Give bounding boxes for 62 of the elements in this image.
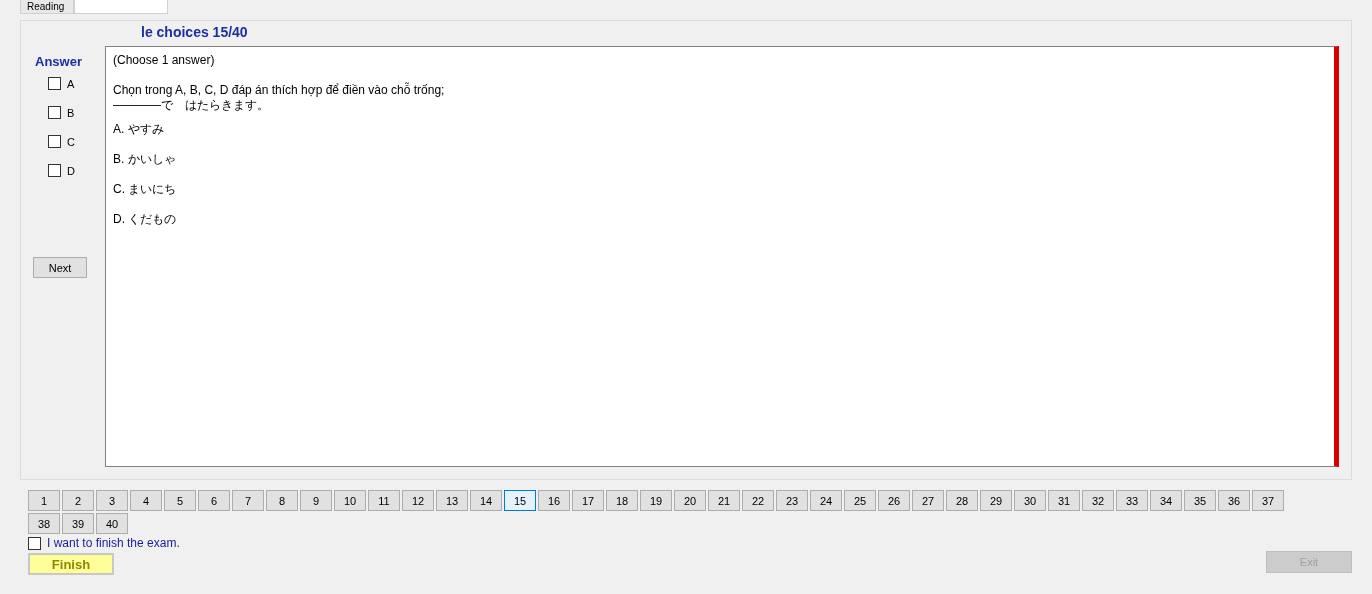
question-number-button[interactable]: 13 [436, 490, 468, 511]
question-number-button[interactable]: 22 [742, 490, 774, 511]
question-number-button[interactable]: 34 [1150, 490, 1182, 511]
question-number-button[interactable]: 19 [640, 490, 672, 511]
question-number-button[interactable]: 24 [810, 490, 842, 511]
next-button[interactable]: Next [33, 257, 87, 278]
option-label: D [67, 164, 75, 177]
choice-text: B. かいしゃ [113, 152, 177, 167]
prompt-text: Chọn trong A, B, C, D đáp án thích hợp để điền vào chỗ trống; [113, 83, 446, 98]
question-number-button[interactable]: 2 [62, 490, 94, 511]
question-number-button[interactable]: 1 [28, 490, 60, 511]
question-number-button[interactable]: 31 [1048, 490, 1080, 511]
question-number-button[interactable]: 30 [1014, 490, 1046, 511]
question-number-button[interactable]: 4 [130, 490, 162, 511]
answer-checkbox[interactable] [48, 106, 61, 119]
question-number-button[interactable]: 18 [606, 490, 638, 511]
question-number-button[interactable]: 17 [572, 490, 604, 511]
question-number-button[interactable]: 7 [232, 490, 264, 511]
option-label: B [67, 106, 75, 119]
question-sentence: ————で はたらきます。 [113, 98, 270, 113]
question-number-button[interactable]: 21 [708, 490, 740, 511]
question-number-button[interactable]: 6 [198, 490, 230, 511]
question-number-button[interactable]: 39 [62, 513, 94, 534]
finish-button[interactable]: Finish [28, 553, 114, 575]
question-number-button[interactable]: 36 [1218, 490, 1250, 511]
question-number-button[interactable]: 25 [844, 490, 876, 511]
question-number-button[interactable]: 27 [912, 490, 944, 511]
question-number-button[interactable]: 35 [1184, 490, 1216, 511]
question-number-button[interactable]: 9 [300, 490, 332, 511]
answer-heading: Answer [35, 54, 82, 69]
question-number-button[interactable]: 28 [946, 490, 978, 511]
question-number-button[interactable]: 20 [674, 490, 706, 511]
finish-confirm-label: I want to finish the exam. [47, 536, 180, 550]
question-number-button[interactable]: 29 [980, 490, 1012, 511]
question-number-button[interactable]: 16 [538, 490, 570, 511]
answer-checkbox[interactable] [48, 135, 61, 148]
question-number-button[interactable]: 10 [334, 490, 366, 511]
answer-checkbox[interactable] [48, 77, 61, 90]
section-title: le choices 15/40 [140, 23, 249, 42]
question-number-button[interactable]: 23 [776, 490, 808, 511]
question-number-button[interactable]: 15 [504, 490, 536, 511]
question-number-button[interactable]: 5 [164, 490, 196, 511]
option-label: A [67, 77, 75, 90]
question-number-button[interactable]: 11 [368, 490, 400, 511]
question-number-button[interactable]: 38 [28, 513, 60, 534]
answer-checkbox[interactable] [48, 164, 61, 177]
question-number-button[interactable]: 40 [96, 513, 128, 534]
question-number-button[interactable]: 33 [1116, 490, 1148, 511]
finish-checkbox[interactable] [28, 536, 41, 550]
choice-text: D. くだもの [113, 212, 178, 227]
question-number-button[interactable]: 14 [470, 490, 502, 511]
tab[interactable]: Reading [20, 0, 74, 14]
question-number-button[interactable]: 12 [402, 490, 434, 511]
instruction-text: (Choose 1 answer) [113, 53, 216, 68]
question-number-button[interactable]: 32 [1082, 490, 1114, 511]
question-number-button[interactable]: 37 [1252, 490, 1284, 511]
option-label: C [67, 135, 75, 148]
question-number-button[interactable]: 3 [96, 490, 128, 511]
question-number-button[interactable]: 26 [878, 490, 910, 511]
choice-text: C. まいにち [113, 182, 178, 197]
choice-text: A. やすみ [113, 122, 165, 137]
question-number-button[interactable]: 8 [266, 490, 298, 511]
